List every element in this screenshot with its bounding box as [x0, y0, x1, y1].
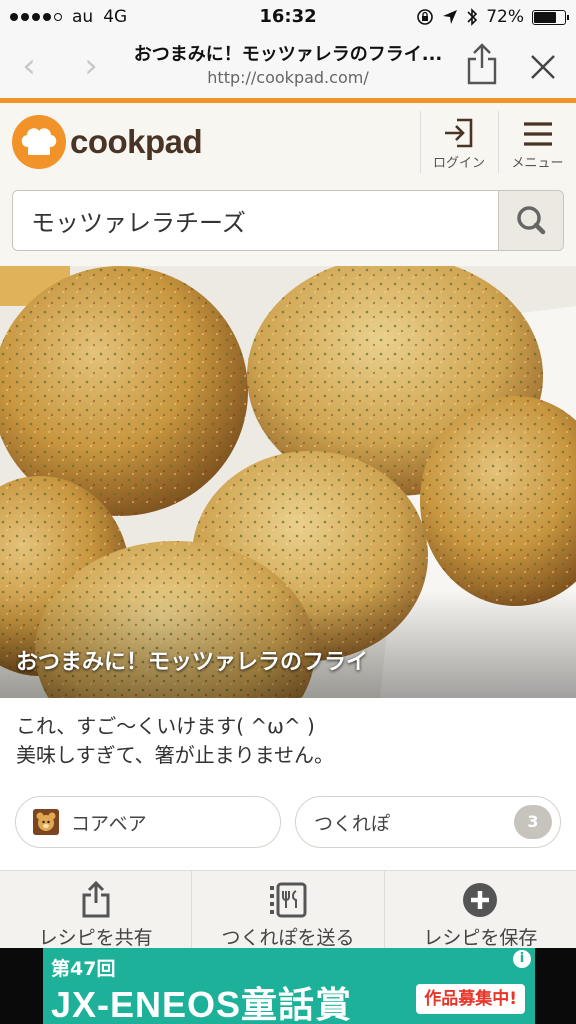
ad-banner[interactable]: 第47回 JX-ENEOS童話賞 作品募集中! i	[0, 948, 576, 1024]
battery-icon	[532, 9, 569, 25]
cookpad-logo[interactable]: cookpad	[12, 115, 203, 169]
browser-bar: ‹ › おつまみに！モッツァレラのフライ... http://cookpad.c…	[0, 34, 576, 98]
forward-arrow-icon[interactable]: ›	[76, 48, 106, 84]
share-recipe-button[interactable]: レシピを共有	[0, 871, 193, 949]
author-name: コアベア	[71, 812, 147, 835]
author-avatar	[33, 809, 59, 835]
menu-button[interactable]: メニュー	[499, 111, 576, 173]
ad-info-icon[interactable]: i	[513, 950, 531, 968]
recipe-description: これ、すご〜くいけます( ^ω^ ) 美味しすぎて、箸が止まりません。	[16, 712, 560, 770]
hamburger-menu-icon	[523, 122, 552, 146]
ad-content[interactable]: 第47回 JX-ENEOS童話賞 作品募集中! i	[43, 948, 535, 1024]
logo-text: cookpad	[70, 123, 203, 160]
save-recipe-button[interactable]: レシピを保存	[385, 871, 576, 949]
battery-fill	[534, 11, 556, 23]
send-tsukurepo-button[interactable]: つくれぽを送る	[192, 871, 385, 949]
send-tsukurepo-label: つくれぽを送る	[221, 927, 355, 949]
chef-hat-icon	[12, 115, 66, 169]
tsukurepo-icon	[269, 882, 307, 918]
search-input[interactable]	[13, 191, 499, 250]
tsukurepo-button[interactable]: つくれぽ 3	[295, 796, 561, 848]
browser-share-button[interactable]	[464, 42, 500, 86]
menu-label: メニュー	[511, 156, 564, 171]
search-area	[0, 179, 576, 266]
login-label: ログイン	[432, 156, 485, 171]
ad-tag: 作品募集中!	[416, 984, 525, 1014]
tsukurepo-count-badge: 3	[514, 805, 552, 839]
search-button[interactable]	[498, 191, 563, 250]
browser-page-title: おつまみに！モッツァレラのフライ...	[133, 44, 443, 65]
description-line: 美味しすぎて、箸が止まりません。	[16, 743, 334, 767]
tsukurepo-label: つくれぽ	[314, 812, 391, 835]
fried-mozzarella-photo	[0, 266, 576, 698]
location-icon	[443, 10, 458, 24]
status-right: 72%	[416, 0, 569, 34]
save-recipe-label: レシピを保存	[423, 927, 538, 949]
close-icon	[531, 55, 555, 79]
browser-close-button[interactable]	[524, 48, 562, 86]
login-icon	[445, 118, 473, 148]
share-recipe-label: レシピを共有	[38, 927, 153, 949]
share-icon	[467, 43, 497, 85]
share-icon	[82, 881, 110, 918]
site-header: cookpad ログイン メニュー	[0, 103, 576, 179]
orientation-lock-icon	[417, 9, 434, 25]
plus-circle-icon	[463, 883, 498, 917]
search-icon	[517, 206, 546, 235]
bluetooth-icon	[467, 8, 478, 26]
recipe-hero-image[interactable]: おつまみに！モッツァレラのフライ	[0, 266, 576, 698]
battery-percent: 72%	[486, 7, 524, 27]
back-arrow-icon[interactable]: ‹	[14, 48, 44, 84]
login-button[interactable]: ログイン	[421, 111, 497, 173]
description-line: これ、すご〜くいけます( ^ω^ )	[16, 714, 315, 738]
ad-headline: JX-ENEOS童話賞	[51, 984, 353, 1024]
recipe-title: おつまみに！モッツァレラのフライ	[16, 650, 369, 675]
search-box	[12, 190, 564, 251]
status-bar: au 4G 16:32 72%	[0, 0, 576, 34]
author-button[interactable]: コアベア	[15, 796, 281, 848]
bottom-toolbar: レシピを共有 つくれぽを送る レシピを保存	[0, 870, 576, 949]
browser-url[interactable]: http://cookpad.com/	[110, 68, 466, 87]
